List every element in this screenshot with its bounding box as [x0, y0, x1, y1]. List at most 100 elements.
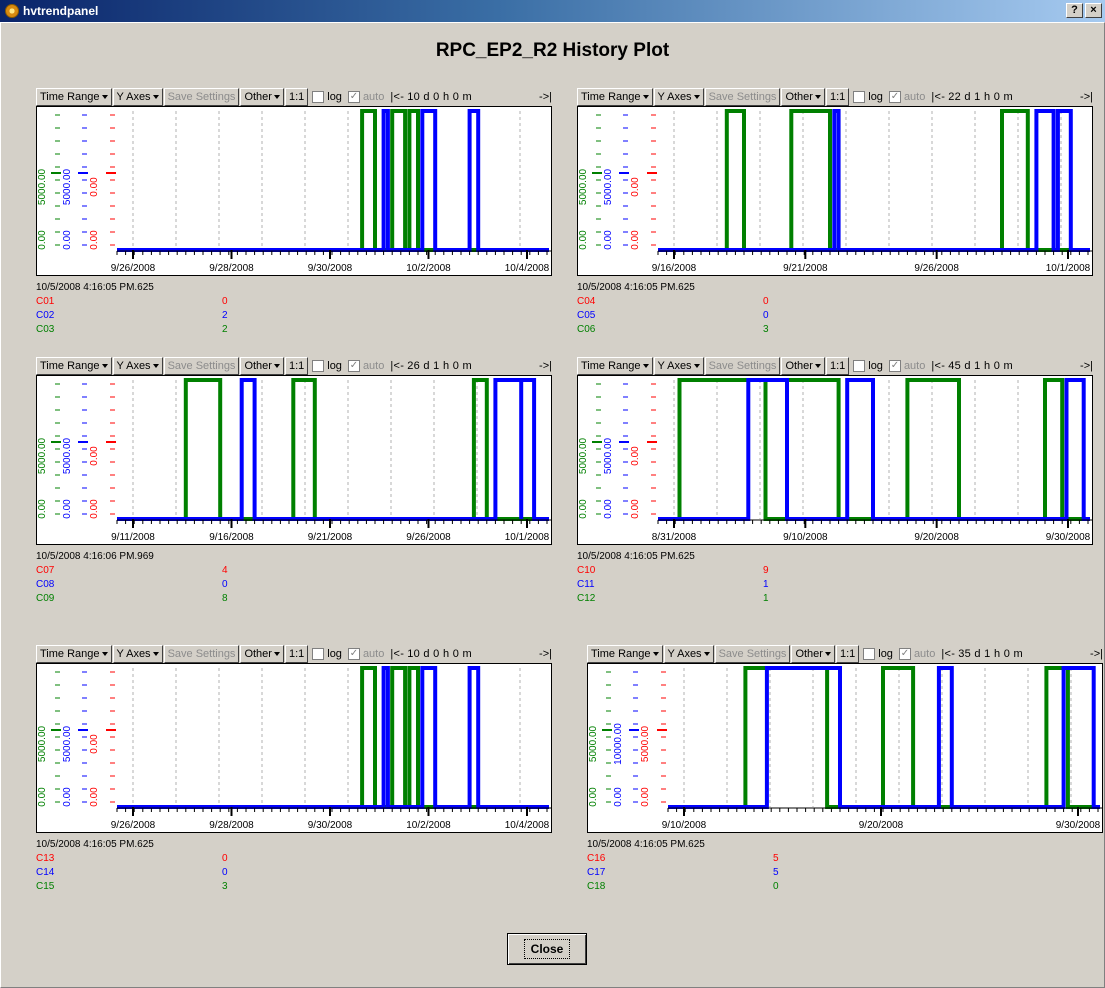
chevron-down-icon [824, 652, 831, 656]
ratio-button[interactable]: 1:1 [284, 645, 309, 663]
scroll-forward-button[interactable]: ->| [1080, 91, 1093, 103]
y-axis-zero-label: 0.00 [613, 787, 624, 807]
log-checkbox[interactable] [853, 360, 866, 372]
scroll-back-button[interactable]: |<- [390, 91, 404, 103]
x-axis-date-label: 9/28/2008 [209, 820, 254, 831]
close-button-label: Close [523, 939, 571, 959]
plot-toolbar: Time Range Y Axes Save Settings Other 1:… [36, 357, 556, 375]
trend-plot-area[interactable]: 5000.00 5000.00 0.00 0.00 0.00 0.00 9/26/2008 9… [36, 663, 552, 833]
y-axes-menu[interactable]: Y Axes [653, 88, 704, 106]
scroll-back-button[interactable]: |<- [931, 91, 945, 103]
time-range-label: Time Range [40, 91, 100, 103]
save-settings-button[interactable]: Save Settings [163, 645, 240, 663]
scroll-forward-button[interactable]: ->| [1080, 360, 1093, 372]
log-checkbox[interactable] [863, 648, 876, 660]
scroll-back-button[interactable]: |<- [931, 360, 945, 372]
trend-plot-area[interactable]: 5000.00 5000.00 0.00 0.00 0.00 0.00 8/31/2008 9… [577, 375, 1093, 545]
other-menu[interactable]: Other [791, 645, 835, 663]
log-label: log [327, 648, 342, 660]
log-label: log [878, 648, 893, 660]
trace-blue [117, 666, 549, 809]
chevron-down-icon [642, 364, 649, 368]
close-window-button[interactable]: × [1085, 3, 1102, 18]
auto-checkbox[interactable]: ✓ [888, 91, 901, 103]
y-axes-menu[interactable]: Y Axes [112, 88, 163, 106]
ratio-button[interactable]: 1:1 [284, 357, 309, 375]
y-axes-menu[interactable]: Y Axes [112, 357, 163, 375]
other-label: Other [244, 648, 272, 660]
scroll-forward-button[interactable]: ->| [539, 91, 552, 103]
log-checkbox[interactable] [312, 91, 325, 103]
scroll-back-button[interactable]: |<- [390, 360, 404, 372]
y-axis-zero-label: 0.00 [89, 230, 100, 250]
trend-plot-area[interactable]: 5000.00 5000.00 0.00 0.00 0.00 0.00 9/16/2008 9… [577, 106, 1093, 276]
time-range-menu[interactable]: Time Range [36, 357, 112, 375]
chevron-down-icon [814, 95, 821, 99]
other-menu[interactable]: Other [781, 88, 825, 106]
y-axes-menu[interactable]: Y Axes [653, 357, 704, 375]
channel-name: C03 [36, 324, 55, 335]
scroll-back-button[interactable]: |<- [390, 648, 404, 660]
time-range-menu[interactable]: Time Range [577, 357, 653, 375]
auto-checkbox[interactable]: ✓ [888, 360, 901, 372]
log-checkbox[interactable] [853, 91, 866, 103]
y-axes-label: Y Axes [116, 648, 151, 660]
other-menu[interactable]: Other [240, 357, 284, 375]
auto-label: auto [903, 91, 926, 103]
cursor-timestamp: 10/5/2008 4:16:05 PM.625 [577, 551, 695, 562]
log-checkbox[interactable] [312, 648, 325, 660]
chevron-down-icon [703, 652, 710, 656]
time-range-value: 10 d 0 h 0 m [407, 91, 472, 103]
auto-checkbox[interactable]: ✓ [347, 648, 360, 660]
x-axis-date-label: 9/26/2008 [914, 263, 959, 274]
save-settings-button[interactable]: Save Settings [714, 645, 791, 663]
auto-checkbox[interactable]: ✓ [898, 648, 911, 660]
ratio-button[interactable]: 1:1 [825, 88, 850, 106]
other-menu[interactable]: Other [240, 645, 284, 663]
y-axis-label: 5000.00 [640, 725, 651, 762]
time-range-value: 45 d 1 h 0 m [948, 360, 1013, 372]
channel-name: C10 [577, 565, 596, 576]
save-settings-button[interactable]: Save Settings [163, 357, 240, 375]
window-titlebar[interactable]: hvtrendpanel ? × [0, 0, 1105, 22]
save-settings-button[interactable]: Save Settings [163, 88, 240, 106]
time-range-menu[interactable]: Time Range [36, 645, 112, 663]
ratio-button[interactable]: 1:1 [835, 645, 860, 663]
auto-label: auto [362, 91, 385, 103]
time-range-label: Time Range [581, 360, 641, 372]
y-axes-label: Y Axes [116, 91, 151, 103]
y-axis-label: 0.00 [89, 177, 100, 197]
save-settings-button[interactable]: Save Settings [704, 88, 781, 106]
cursor-timestamp: 10/5/2008 4:16:05 PM.625 [587, 839, 705, 850]
close-button[interactable]: Close [507, 933, 587, 965]
y-axis-zero-label: 0.00 [578, 499, 589, 519]
scroll-forward-button[interactable]: ->| [1090, 648, 1103, 660]
log-label: log [868, 360, 883, 372]
trend-plot-area[interactable]: 5000.00 5000.00 0.00 0.00 0.00 0.00 9/11/2008 9… [36, 375, 552, 545]
auto-checkbox[interactable]: ✓ [347, 360, 360, 372]
time-range-label: Time Range [591, 648, 651, 660]
trend-plot-area[interactable]: 5000.00 5000.00 0.00 0.00 0.00 0.00 9/26/2008 9… [36, 106, 552, 276]
time-range-menu[interactable]: Time Range [587, 645, 663, 663]
other-menu[interactable]: Other [781, 357, 825, 375]
scroll-back-button[interactable]: |<- [941, 648, 955, 660]
save-settings-button[interactable]: Save Settings [704, 357, 781, 375]
other-menu[interactable]: Other [240, 88, 284, 106]
trend-plot-area[interactable]: 5000.00 10000.00 5000.00 0.00 0.00 0.00 9/10/2… [587, 663, 1103, 833]
x-axis-date-label: 9/10/2008 [783, 532, 828, 543]
ratio-button[interactable]: 1:1 [825, 357, 850, 375]
scroll-forward-button[interactable]: ->| [539, 360, 552, 372]
time-range-menu[interactable]: Time Range [36, 88, 112, 106]
log-checkbox[interactable] [312, 360, 325, 372]
auto-checkbox[interactable]: ✓ [347, 91, 360, 103]
y-axes-menu[interactable]: Y Axes [663, 645, 714, 663]
y-axis-zero-label: 0.00 [640, 787, 651, 807]
y-axes-menu[interactable]: Y Axes [112, 645, 163, 663]
y-axis-zero-label: 0.00 [89, 787, 100, 807]
scroll-forward-button[interactable]: ->| [539, 648, 552, 660]
time-range-menu[interactable]: Time Range [577, 88, 653, 106]
ratio-button[interactable]: 1:1 [284, 88, 309, 106]
help-button[interactable]: ? [1066, 3, 1083, 18]
channel-value: 2 [222, 324, 228, 335]
x-axis-date-label: 9/30/2008 [1056, 820, 1101, 831]
